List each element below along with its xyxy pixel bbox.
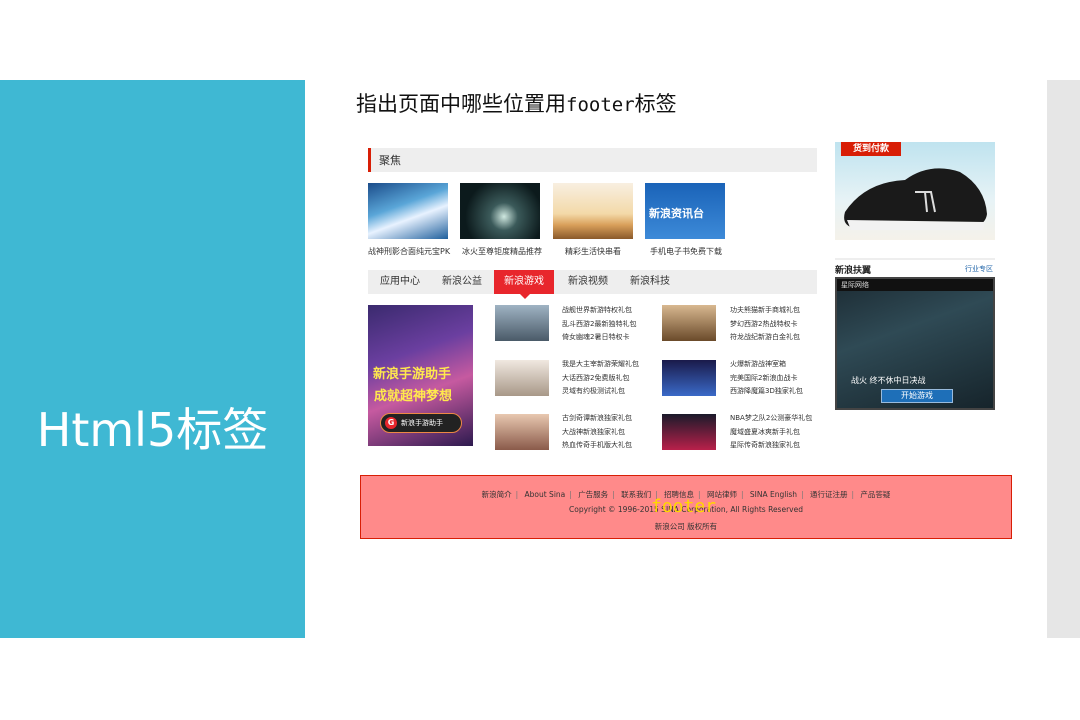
game-thumb-image[interactable] xyxy=(495,414,549,450)
slide-title: Html5标签 xyxy=(36,403,269,457)
game-banner[interactable]: 新浪手游助手 成就超神梦想 G 新浪手游助手 xyxy=(368,305,473,446)
tab-app-center[interactable]: 应用中心 xyxy=(370,270,430,294)
game-thumb-image[interactable] xyxy=(662,360,716,396)
list-item[interactable]: 灵域有约极测试礼包 xyxy=(562,385,639,399)
footer-link[interactable]: 通行证注册 xyxy=(806,490,852,499)
sina-news-image[interactable]: 新浪资讯台 xyxy=(645,183,725,239)
left-panel: Html5标签 xyxy=(0,80,305,638)
g-logo-icon: G xyxy=(385,417,397,429)
list-item[interactable]: 符龙战纪新游白金礼包 xyxy=(730,331,800,345)
night-sky-image[interactable] xyxy=(460,183,540,239)
banner-line2: 成就超神梦想 xyxy=(374,389,453,404)
game-item-list: 古剑奇谭新浪独家礼包 大战神新浪独家礼包 热血传奇手机版大礼包 xyxy=(562,412,632,453)
list-item[interactable]: NBA梦之队2公测豪华礼包 xyxy=(730,412,812,426)
desert-camel-image[interactable] xyxy=(553,183,633,239)
game-ad-bar: 星际网络 xyxy=(837,279,993,291)
list-item[interactable]: 火爆新游战神室箱 xyxy=(730,358,803,372)
game-item-list: 功夫熊猫新手商城礼包 梦幻西游2热战特权卡 符龙战纪新游白金礼包 xyxy=(730,304,800,345)
tab-video[interactable]: 新浪视频 xyxy=(558,270,618,294)
list-item[interactable]: 倚女幽魂2暑日特权卡 xyxy=(562,331,636,345)
game-thumb-image[interactable] xyxy=(495,305,549,341)
thumb-caption[interactable]: 战神刑影合面纯元宝PK xyxy=(368,246,450,257)
footer-region: 新浪简介 | About Sina | 广告服务 | 联系我们 | 招聘信息 | 网站律师… xyxy=(360,475,1012,539)
banner-button-label: 新浪手游助手 xyxy=(401,419,443,427)
game-thumb-image[interactable] xyxy=(495,360,549,396)
list-item[interactable]: 我是大主宰新游荣耀礼包 xyxy=(562,358,639,372)
footer-link[interactable]: 联系我们 xyxy=(617,490,655,499)
list-item[interactable]: 梦幻西游2热战特权卡 xyxy=(730,318,800,332)
tab-games[interactable]: 新浪游戏 xyxy=(494,270,554,299)
list-item[interactable]: 热血传奇手机版大礼包 xyxy=(562,439,632,453)
question-prefix: 指出页面中哪些位置用 xyxy=(356,92,566,116)
game-item-list: NBA梦之队2公测豪华礼包 魔域盛夏冰爽新手礼包 星际传奇新浪独家礼包 xyxy=(730,412,812,453)
game-item-list: 战舰世界新游特权礼包 乱斗西游2最新独特礼包 倚女幽魂2暑日特权卡 xyxy=(562,304,636,345)
footer-link[interactable]: 产品答疑 xyxy=(856,490,894,499)
list-item[interactable]: 大战神新浪独家礼包 xyxy=(562,426,632,440)
footer-tag-label: footer xyxy=(651,496,717,517)
sina-news-text: 新浪资讯台 xyxy=(649,207,704,220)
category-tabs: 应用中心 新浪公益 新浪游戏 新浪视频 新浪科技 xyxy=(368,270,817,299)
list-item[interactable]: 魔域盛夏冰爽新手礼包 xyxy=(730,426,812,440)
shoe-ad-image[interactable]: 货到付款 xyxy=(835,142,995,240)
list-item[interactable]: 星际传奇新浪独家礼包 xyxy=(730,439,812,453)
industry-zone-link[interactable]: 行业专区 xyxy=(965,264,993,274)
banner-line1: 新浪手游助手 xyxy=(373,367,452,382)
banner-download-button[interactable]: G 新浪手游助手 xyxy=(380,413,462,433)
game-ad-caption: 战火 终不休中日决战 xyxy=(851,376,926,385)
footer-link[interactable]: 广告服务 xyxy=(574,490,612,499)
question-heading: 指出页面中哪些位置用footer标签 xyxy=(356,88,677,118)
list-item[interactable]: 古剑奇谭新浪独家礼包 xyxy=(562,412,632,426)
game-thumb-image[interactable] xyxy=(662,414,716,450)
thumb-caption[interactable]: 手机电子书免费下载 xyxy=(650,246,722,257)
thumb-caption[interactable]: 精彩生活快串看 xyxy=(565,246,621,257)
fupin-header: 新浪扶翼 行业专区 xyxy=(835,258,995,276)
tab-public-welfare[interactable]: 新浪公益 xyxy=(432,270,492,294)
list-item[interactable]: 乱斗西游2最新独特礼包 xyxy=(562,318,636,332)
focus-title: 聚焦 xyxy=(379,154,401,167)
list-item[interactable]: 完美国际2新浪血战卡 xyxy=(730,372,803,386)
question-code: footer xyxy=(566,94,635,116)
list-item[interactable]: 功夫熊猫新手商城礼包 xyxy=(730,304,800,318)
thumb-caption[interactable]: 冰火至尊钜度精品推荐 xyxy=(462,246,542,257)
footer-link[interactable]: SINA English xyxy=(746,490,801,499)
game-ad-image[interactable]: 星际网络 战火 终不休中日决战 开始游戏 xyxy=(835,277,995,410)
webpage-screenshot: 聚焦 新浪资讯台 战神刑影合面纯元宝PK 冰火至尊钜度精品推荐 精彩生活快串看 … xyxy=(360,140,1012,540)
fupin-title: 新浪扶翼 xyxy=(835,266,872,276)
list-item[interactable]: 西游降魔篇3D独家礼包 xyxy=(730,385,803,399)
footer-link[interactable]: 新浪简介 xyxy=(478,490,516,499)
start-game-button[interactable]: 开始游戏 xyxy=(881,389,953,403)
tab-tech[interactable]: 新浪科技 xyxy=(620,270,680,294)
footer-link[interactable]: About Sina xyxy=(521,490,570,499)
list-item[interactable]: 大话西游2免费版礼包 xyxy=(562,372,639,386)
focus-section-header: 聚焦 xyxy=(368,148,817,172)
game-thumb-image[interactable] xyxy=(662,305,716,341)
list-item[interactable]: 战舰世界新游特权礼包 xyxy=(562,304,636,318)
right-strip xyxy=(1047,80,1080,638)
question-suffix: 标签 xyxy=(634,92,677,116)
fantasy-woman-image[interactable] xyxy=(368,183,448,239)
shoe-icon xyxy=(844,168,987,230)
footer-company: 新浪公司 版权所有 xyxy=(654,522,718,531)
game-item-list: 我是大主宰新游荣耀礼包 大话西游2免费版礼包 灵域有约极测试礼包 xyxy=(562,358,639,399)
game-item-list: 火爆新游战神室箱 完美国际2新浪血战卡 西游降魔篇3D独家礼包 xyxy=(730,358,803,399)
